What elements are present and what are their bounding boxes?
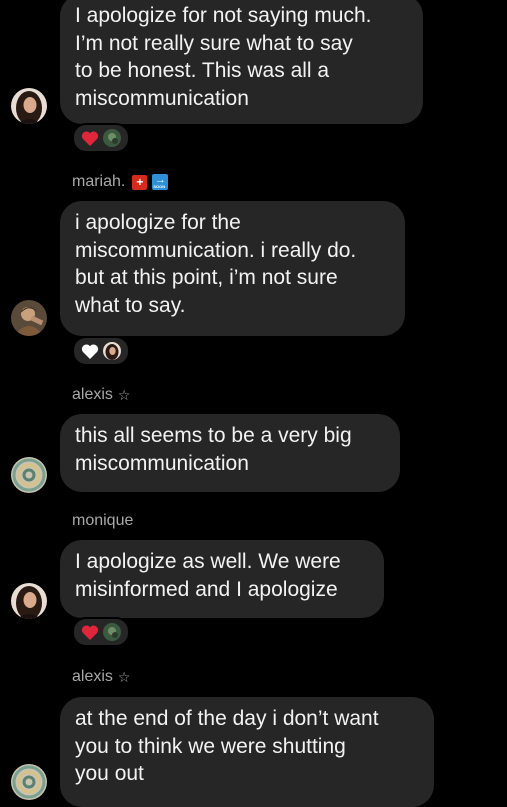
- message-bubble[interactable]: this all seems to be a very big miscommu…: [60, 414, 400, 492]
- message-line: you to think we were shutting: [75, 734, 346, 758]
- sender-label: alexis: [72, 386, 113, 403]
- message-line: I apologize for not saying much.: [75, 4, 372, 27]
- sender-label: alexis: [72, 668, 113, 685]
- sender-label: mariah.: [72, 173, 126, 190]
- avatar[interactable]: [11, 583, 47, 619]
- message-bubble[interactable]: I apologize as well. We were misinformed…: [60, 540, 384, 618]
- message-line: miscommunication: [75, 451, 249, 475]
- soon-arrow-badge: → SOON: [152, 174, 169, 190]
- message-line: this all seems to be a very big: [75, 424, 352, 447]
- message-bubble[interactable]: i apologize for the miscommunication. i …: [60, 201, 405, 336]
- avatar[interactable]: [11, 764, 47, 800]
- message-line: I’m not really sure what to say: [75, 31, 353, 55]
- sender-name: alexis ☆: [72, 386, 130, 404]
- sender-name: alexis ☆: [72, 668, 130, 686]
- reactor-avatar-green: [103, 623, 121, 641]
- red-heart-icon: [81, 131, 99, 146]
- avatar[interactable]: [11, 88, 47, 124]
- red-heart-icon: [81, 625, 99, 640]
- message-line: to be honest. This was all a: [75, 59, 330, 82]
- message-line: misinformed and I apologize: [75, 577, 338, 601]
- white-heart-icon: [81, 344, 99, 359]
- star-icon: ☆: [117, 386, 131, 403]
- soon-label: SOON: [153, 184, 166, 189]
- swiss-flag-badge: +: [132, 174, 148, 190]
- message-bubble[interactable]: I apologize for not saying much. I’m not…: [60, 0, 423, 124]
- message-line: I apologize as well. We were: [75, 550, 341, 573]
- message-line: you out: [75, 762, 144, 785]
- reactions-pill[interactable]: [72, 123, 130, 153]
- message-line: miscommunication. i really do.: [75, 238, 357, 262]
- reactor-avatar-green: [103, 129, 121, 147]
- message-line: i apologize for the: [75, 211, 241, 234]
- avatar[interactable]: [11, 300, 47, 336]
- reactions-pill[interactable]: [72, 336, 130, 366]
- message-line: miscommunication: [75, 86, 249, 110]
- sender-name: mariah. + → SOON: [72, 173, 169, 191]
- reactor-avatar-woman: [103, 342, 121, 360]
- star-icon: ☆: [117, 668, 131, 685]
- avatar[interactable]: [11, 457, 47, 493]
- message-line: but at this point, i’m not sure: [75, 266, 338, 289]
- message-line: at the end of the day i don’t want: [75, 707, 379, 730]
- sender-label: monique: [72, 512, 134, 529]
- message-bubble[interactable]: at the end of the day i don’t want you t…: [60, 697, 434, 807]
- sender-name: monique: [72, 512, 133, 530]
- message-line: what to say.: [75, 293, 186, 317]
- reactions-pill[interactable]: [72, 617, 130, 647]
